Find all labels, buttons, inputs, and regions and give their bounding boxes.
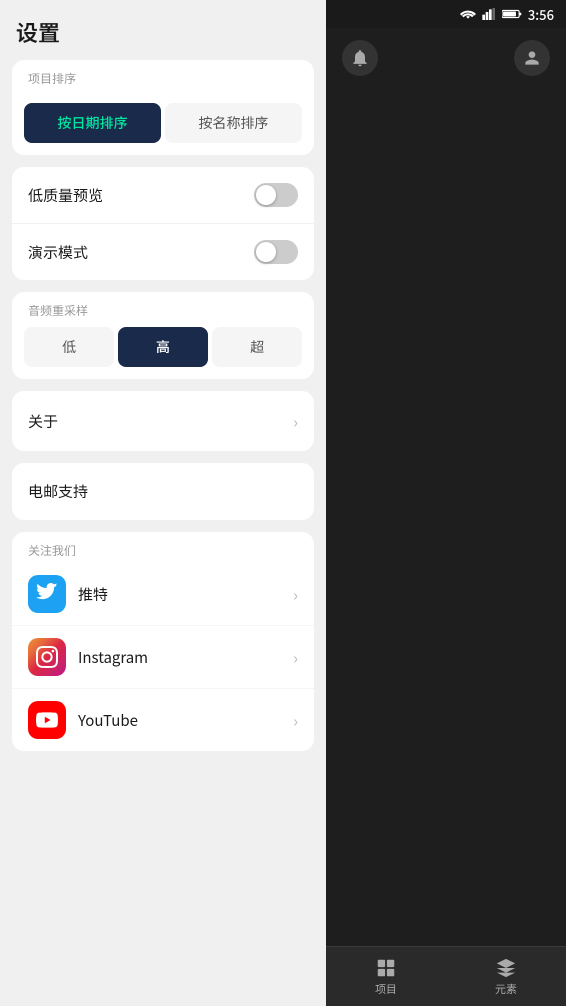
follow-card: 关注我们 推特 › Instagram (12, 532, 314, 751)
youtube-left: YouTube (28, 701, 138, 739)
follow-section-label: 关注我们 (12, 532, 314, 563)
notification-icon[interactable] (342, 40, 378, 76)
instagram-item[interactable]: Instagram › (12, 626, 314, 689)
audio-low-button[interactable]: 低 (24, 327, 114, 367)
low-quality-toggle[interactable] (254, 183, 298, 207)
twitter-left: 推特 (28, 575, 108, 613)
youtube-chevron-icon: › (293, 708, 298, 732)
twitter-svg (36, 583, 58, 605)
right-panel: 3:56 项目 元素 (326, 0, 566, 1006)
sort-by-date-button[interactable]: 按日期排序 (24, 103, 161, 143)
about-item[interactable]: 关于 › (12, 391, 314, 451)
audio-buttons-group: 低 高 超 (24, 327, 302, 367)
youtube-label: YouTube (78, 710, 138, 731)
person-svg (522, 48, 542, 68)
battery-icon (502, 8, 522, 20)
youtube-icon (28, 701, 66, 739)
sort-by-name-button[interactable]: 按名称排序 (165, 103, 302, 143)
nav-elements[interactable]: 元素 (495, 957, 517, 997)
twitter-chevron-icon: › (293, 582, 298, 606)
demo-mode-label: 演示模式 (28, 242, 88, 263)
email-label: 电邮支持 (28, 481, 88, 502)
signal-icon (482, 8, 496, 20)
elements-icon (495, 957, 517, 979)
youtube-svg (36, 709, 58, 731)
right-panel-top (326, 28, 566, 88)
right-panel-bottom-nav: 项目 元素 (326, 946, 566, 1006)
status-bar: 3:56 (326, 0, 566, 28)
audio-card: 音频重采样 低 高 超 (12, 292, 314, 379)
demo-mode-toggle[interactable] (254, 240, 298, 264)
about-chevron-icon: › (293, 409, 298, 433)
projects-icon (375, 957, 397, 979)
audio-high-button[interactable]: 高 (118, 327, 208, 367)
youtube-item[interactable]: YouTube › (12, 689, 314, 751)
nav-projects[interactable]: 项目 (375, 957, 397, 997)
nav-projects-label: 项目 (375, 981, 397, 997)
audio-super-button[interactable]: 超 (212, 327, 302, 367)
toggle-card: 低质量预览 演示模式 (12, 167, 314, 280)
sort-buttons-group: 按日期排序 按名称排序 (12, 95, 314, 155)
sort-section-label: 项目排序 (12, 60, 314, 95)
low-quality-label: 低质量预览 (28, 185, 103, 206)
page-title: 设置 (0, 0, 326, 60)
wifi-icon (460, 8, 476, 20)
profile-icon[interactable] (514, 40, 550, 76)
audio-section-label: 音频重采样 (24, 302, 302, 319)
instagram-svg (36, 646, 58, 668)
about-card: 关于 › (12, 391, 314, 451)
low-quality-row: 低质量预览 (12, 167, 314, 224)
instagram-chevron-icon: › (293, 645, 298, 669)
audio-section: 音频重采样 低 高 超 (12, 292, 314, 379)
sort-card: 项目排序 按日期排序 按名称排序 (12, 60, 314, 155)
instagram-icon (28, 638, 66, 676)
twitter-icon (28, 575, 66, 613)
email-card: 电邮支持 (12, 463, 314, 520)
settings-panel: 设置 项目排序 按日期排序 按名称排序 低质量预览 演示模式 音频重采样 低 高… (0, 0, 326, 1006)
twitter-item[interactable]: 推特 › (12, 563, 314, 626)
bell-svg (350, 48, 370, 68)
instagram-left: Instagram (28, 638, 148, 676)
status-time: 3:56 (528, 5, 554, 24)
instagram-label: Instagram (78, 647, 148, 668)
email-item[interactable]: 电邮支持 (12, 463, 314, 520)
nav-elements-label: 元素 (495, 981, 517, 997)
demo-mode-row: 演示模式 (12, 224, 314, 280)
about-label: 关于 (28, 411, 58, 432)
twitter-label: 推特 (78, 584, 108, 605)
